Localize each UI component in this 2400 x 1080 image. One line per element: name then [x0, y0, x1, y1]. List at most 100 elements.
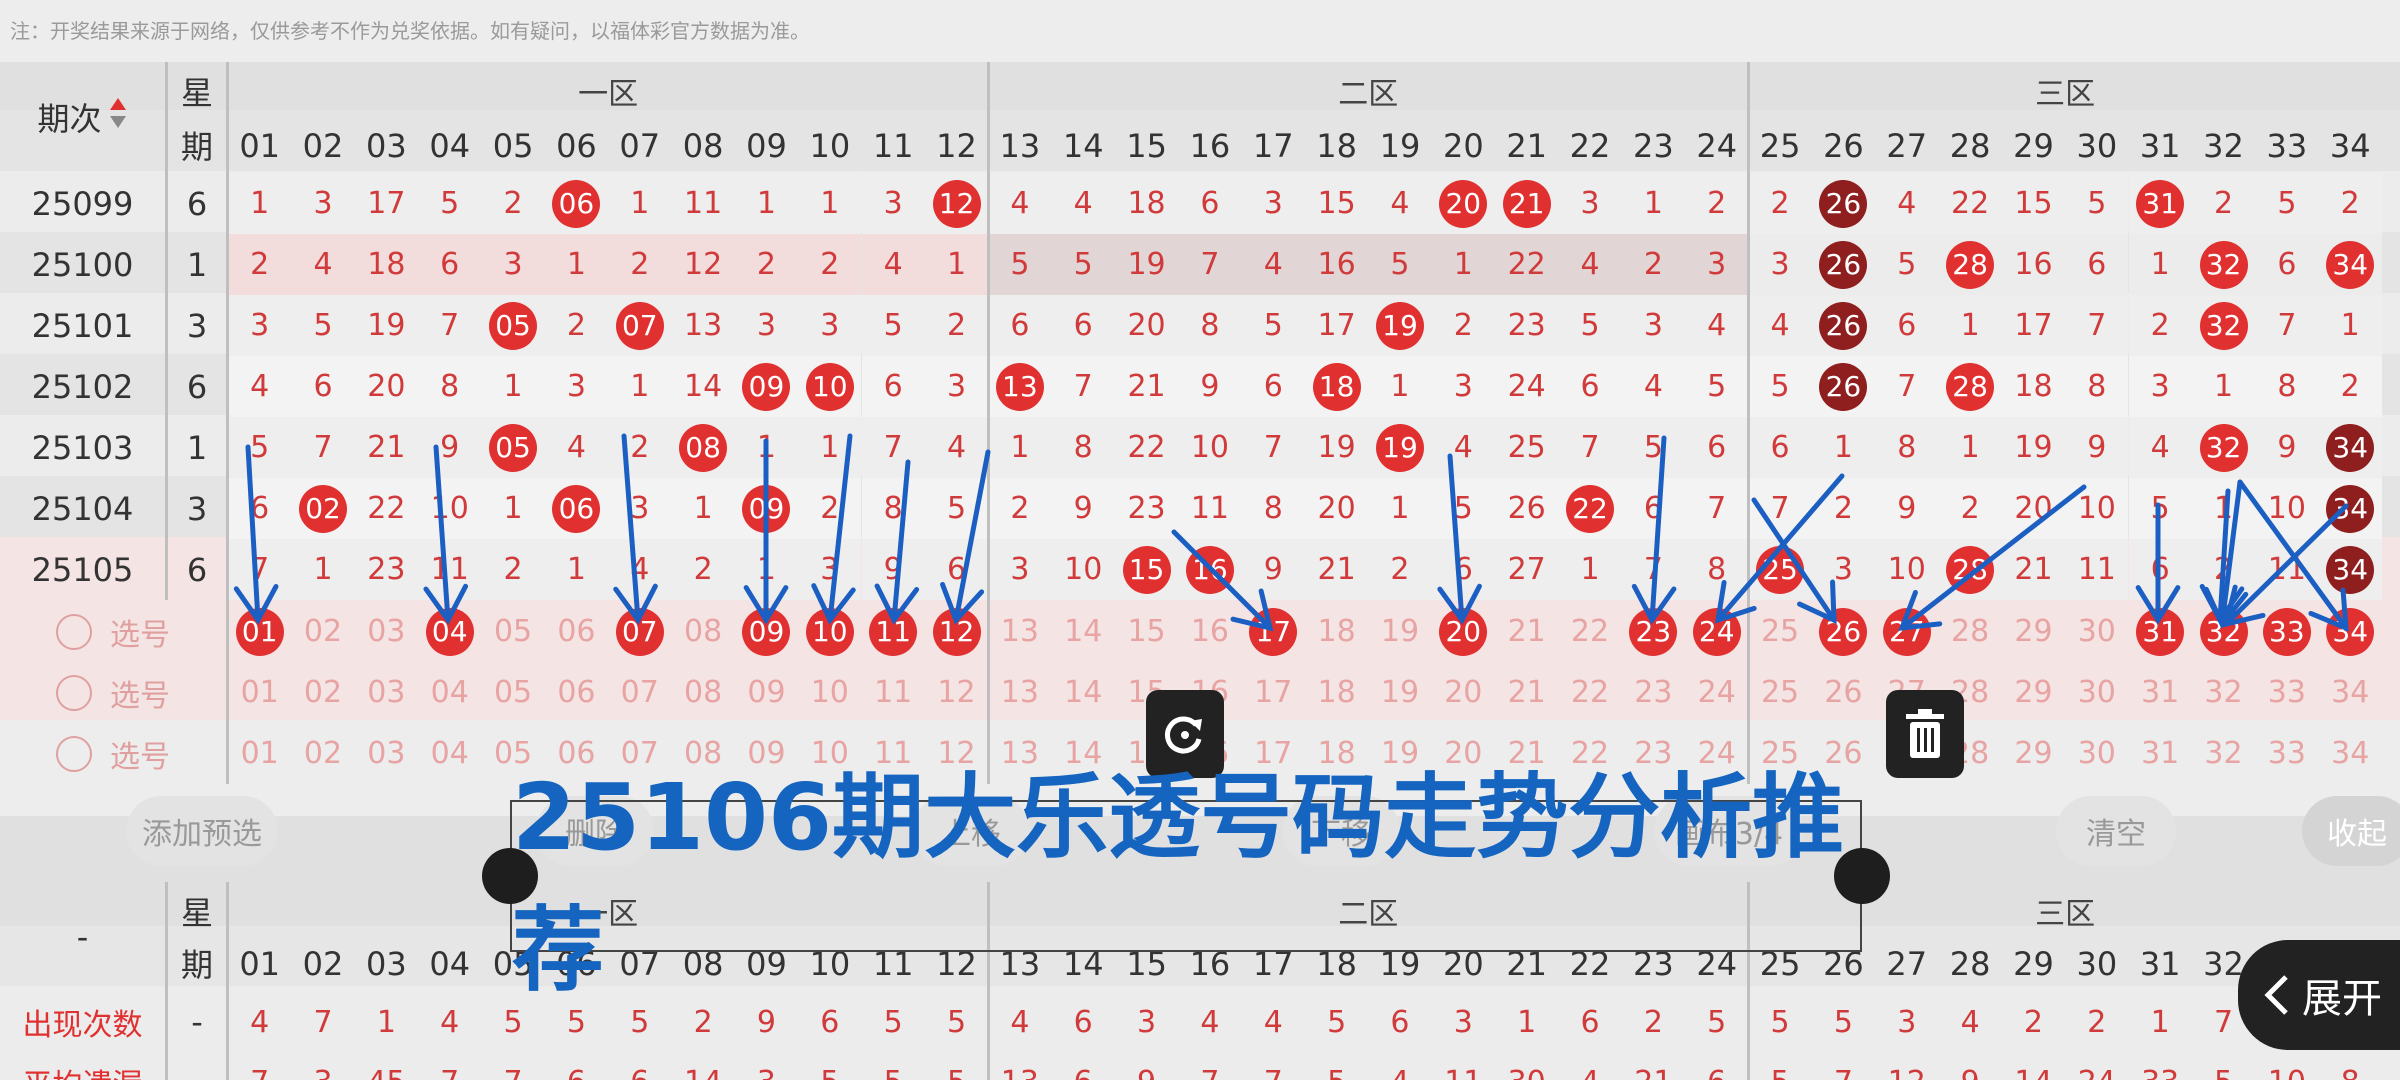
trend-cell[interactable]: 09 [734, 356, 799, 417]
pick-number[interactable]: 04 [418, 601, 481, 662]
trend-cell[interactable]: 9 [1178, 356, 1242, 417]
trend-cell[interactable]: 2 [608, 234, 672, 295]
trend-cell[interactable]: 6 [2065, 234, 2129, 295]
trend-cell[interactable]: 1 [291, 539, 355, 600]
pick-number[interactable]: 03 [355, 662, 418, 723]
trend-cell[interactable]: 7 [418, 295, 482, 356]
trend-cell[interactable]: 22 [1495, 234, 1559, 295]
trend-cell[interactable]: 4 [861, 234, 925, 295]
pick-number[interactable]: 12 [925, 601, 988, 662]
trend-cell[interactable]: 6 [1685, 417, 1749, 478]
trend-cell[interactable]: 4 [544, 417, 609, 478]
trend-cell[interactable]: 10 [2255, 478, 2319, 539]
trend-cell[interactable]: 1 [481, 478, 545, 539]
trend-cell[interactable]: 8 [418, 356, 482, 417]
trend-cell[interactable]: 8 [2255, 356, 2319, 417]
trend-cell[interactable]: 16 [2001, 234, 2066, 295]
trend-cell[interactable]: 5 [1051, 234, 1115, 295]
trend-cell[interactable]: 18 [1114, 173, 1179, 234]
trend-cell[interactable]: 4 [1558, 234, 1622, 295]
trend-cell[interactable]: 5 [2255, 173, 2319, 234]
trend-cell[interactable]: 3 [1431, 356, 1495, 417]
pick-number[interactable]: 05 [481, 662, 544, 723]
trend-cell[interactable]: 26 [1495, 478, 1559, 539]
pick-number[interactable]: 07 [608, 601, 671, 662]
pick-number[interactable]: 30 [2065, 601, 2128, 662]
trend-cell[interactable]: 6 [1431, 539, 1495, 600]
pick-number[interactable]: 08 [671, 662, 734, 723]
trend-cell[interactable]: 1 [2128, 234, 2192, 295]
period-header[interactable]: 期次 [0, 62, 165, 172]
trend-cell[interactable]: 6 [2255, 234, 2319, 295]
trend-cell[interactable]: 6 [291, 356, 355, 417]
pick-number[interactable]: 14 [1052, 662, 1115, 723]
trend-cell[interactable]: 3 [798, 295, 862, 356]
trend-cell[interactable]: 3 [1811, 539, 1876, 600]
trend-cell[interactable]: 22 [354, 478, 419, 539]
trend-cell[interactable]: 8 [1241, 478, 1305, 539]
trend-cell[interactable]: 2 [1368, 539, 1432, 600]
trend-cell[interactable]: 1 [608, 173, 672, 234]
pick-number[interactable]: 07 [608, 662, 671, 723]
trend-cell[interactable]: 9 [418, 417, 482, 478]
trend-cell[interactable]: 7 [1558, 417, 1622, 478]
pick-number[interactable]: 17 [1242, 662, 1305, 723]
trend-cell[interactable]: 7 [2065, 295, 2129, 356]
trend-cell[interactable]: 12 [671, 234, 735, 295]
pick-number[interactable]: 18 [1305, 601, 1368, 662]
trend-cell[interactable]: 2 [1431, 295, 1495, 356]
pick-number[interactable]: 10 [798, 662, 861, 723]
trend-cell[interactable]: 1 [1938, 417, 2002, 478]
trend-cell[interactable]: 26 [1811, 234, 1876, 295]
pick-number[interactable]: 03 [355, 723, 418, 784]
pick-number[interactable]: 01 [228, 601, 291, 662]
trend-cell[interactable]: 14 [671, 356, 735, 417]
pick-number[interactable]: 11 [862, 662, 925, 723]
trend-cell[interactable]: 3 [798, 539, 862, 600]
trend-cell[interactable]: 05 [481, 417, 545, 478]
trend-cell[interactable]: 34 [2318, 478, 2382, 539]
trend-cell[interactable]: 4 [1621, 356, 1686, 417]
trend-cell[interactable]: 13 [988, 356, 1052, 417]
trend-cell[interactable]: 7 [1685, 478, 1749, 539]
trend-cell[interactable]: 1 [734, 417, 799, 478]
pick-number[interactable]: 26 [1812, 662, 1875, 723]
trend-cell[interactable]: 2 [228, 234, 292, 295]
trend-cell[interactable]: 1 [1558, 539, 1622, 600]
trend-cell[interactable]: 5 [291, 295, 355, 356]
pick-number[interactable]: 33 [2255, 601, 2318, 662]
trend-cell[interactable]: 5 [1621, 417, 1686, 478]
trend-cell[interactable]: 11 [671, 173, 735, 234]
pick-number[interactable]: 31 [2129, 662, 2192, 723]
trend-cell[interactable]: 7 [1178, 234, 1242, 295]
pick-number[interactable]: 28 [1938, 601, 2001, 662]
trend-cell[interactable]: 19 [1114, 234, 1179, 295]
trend-cell[interactable]: 4 [988, 173, 1052, 234]
trend-cell[interactable]: 6 [1558, 356, 1622, 417]
trend-cell[interactable]: 9 [1051, 478, 1115, 539]
pick-number[interactable]: 32 [2192, 601, 2255, 662]
trend-cell[interactable]: 5 [924, 478, 989, 539]
trend-cell[interactable]: 6 [1178, 173, 1242, 234]
trend-cell[interactable]: 16 [1304, 234, 1369, 295]
trend-cell[interactable]: 11 [2255, 539, 2319, 600]
pick-number[interactable]: 02 [291, 723, 354, 784]
pick-number[interactable]: 12 [925, 662, 988, 723]
trend-cell[interactable]: 7 [1875, 356, 1939, 417]
trend-cell[interactable]: 9 [2255, 417, 2319, 478]
trend-cell[interactable]: 22 [1114, 417, 1179, 478]
trend-cell[interactable]: 2 [2191, 539, 2256, 600]
trend-cell[interactable]: 2 [481, 539, 545, 600]
trend-cell[interactable]: 7 [291, 417, 355, 478]
trend-cell[interactable]: 7 [228, 539, 292, 600]
trend-cell[interactable]: 6 [1621, 478, 1686, 539]
trend-cell[interactable]: 5 [1241, 295, 1305, 356]
trend-cell[interactable]: 21 [354, 417, 419, 478]
trend-cell[interactable]: 3 [608, 478, 672, 539]
trend-cell[interactable]: 6 [1875, 295, 1939, 356]
trend-cell[interactable]: 10 [2065, 478, 2129, 539]
trend-cell[interactable]: 2 [2191, 173, 2256, 234]
trend-cell[interactable]: 7 [1621, 539, 1686, 600]
pick-number[interactable]: 01 [228, 723, 291, 784]
trend-cell[interactable]: 5 [1431, 478, 1495, 539]
